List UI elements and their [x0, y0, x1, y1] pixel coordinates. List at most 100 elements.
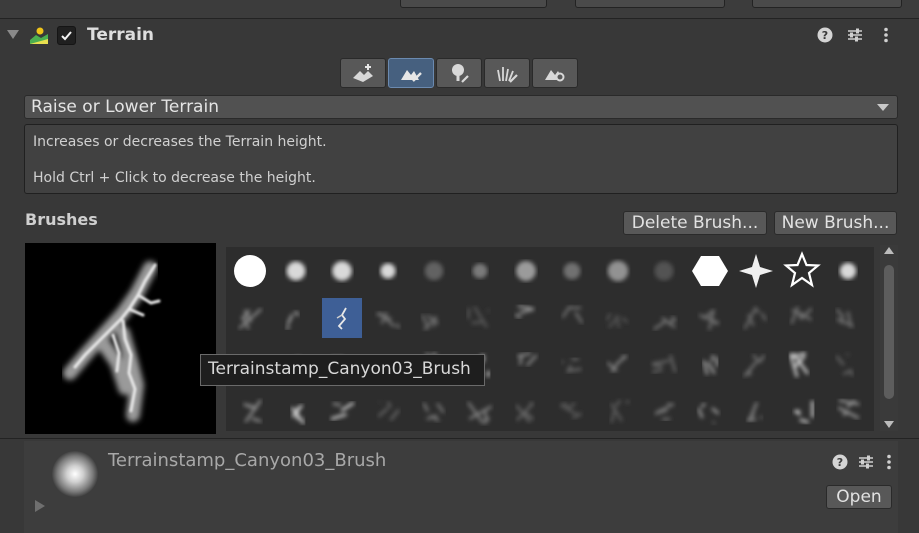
- create-neighbor-terrains-tool[interactable]: [340, 58, 386, 88]
- brush-thumbnail[interactable]: [828, 298, 868, 338]
- brush-asset-panel: Terrainstamp_Canyon03_Brush ? Open: [24, 441, 898, 533]
- terrain-component-icon: [30, 27, 48, 44]
- terrain-tool-dropdown[interactable]: Raise or Lower Terrain: [24, 95, 898, 119]
- component-title: Terrain: [87, 25, 155, 45]
- brush-thumbnail[interactable]: [414, 392, 454, 432]
- scrollbar-thumb[interactable]: [884, 265, 894, 399]
- more-options-icon[interactable]: [877, 26, 895, 44]
- brush-thumbnail[interactable]: [368, 251, 408, 291]
- brush-thumbnail[interactable]: [782, 392, 822, 432]
- brush-thumbnail[interactable]: [690, 251, 730, 291]
- brush-thumbnail[interactable]: [276, 251, 316, 291]
- brush-thumbnail[interactable]: [276, 392, 316, 432]
- component-enabled-checkbox[interactable]: [57, 26, 76, 45]
- top-button-right[interactable]: [752, 0, 902, 8]
- brush-thumbnail[interactable]: [828, 251, 868, 291]
- terrain-settings-icon: [545, 70, 565, 82]
- terrain-settings-tool[interactable]: [532, 58, 578, 88]
- brush-tooltip: Terrainstamp_Canyon03_Brush: [200, 354, 485, 386]
- top-strip: [0, 0, 919, 18]
- paint-details-icon: [497, 67, 518, 83]
- brush-thumbnail[interactable]: [552, 392, 592, 432]
- svg-text:?: ?: [837, 456, 843, 469]
- brush-thumbnail[interactable]: [414, 251, 454, 291]
- new-brush-button[interactable]: New Brush...: [774, 211, 897, 235]
- asset-more-options-icon[interactable]: [880, 453, 898, 471]
- brush-thumbnail[interactable]: [552, 298, 592, 338]
- brush-thumbnail[interactable]: [276, 298, 316, 338]
- brush-thumbnail[interactable]: [322, 298, 362, 338]
- asset-preset-icon[interactable]: [857, 453, 875, 471]
- paint-details-tool[interactable]: [484, 58, 530, 88]
- preset-icon[interactable]: [846, 26, 864, 44]
- brush-thumbnail[interactable]: [506, 251, 546, 291]
- brush-thumbnail[interactable]: [736, 392, 776, 432]
- brush-thumbnail[interactable]: [460, 251, 500, 291]
- top-button-middle[interactable]: [575, 0, 725, 8]
- brush-thumbnail[interactable]: [414, 298, 454, 338]
- dropdown-selected-label: Raise or Lower Terrain: [31, 97, 219, 117]
- brush-thumbnail[interactable]: [368, 392, 408, 432]
- brush-thumbnail[interactable]: [736, 298, 776, 338]
- brush-thumbnail[interactable]: [322, 251, 362, 291]
- brush-thumbnail[interactable]: [828, 392, 868, 432]
- brush-thumbnail[interactable]: [644, 345, 684, 385]
- open-asset-button[interactable]: Open: [826, 485, 892, 509]
- brush-thumbnail[interactable]: [598, 251, 638, 291]
- brush-thumbnail[interactable]: [690, 345, 730, 385]
- scroll-up-arrow-icon[interactable]: [884, 247, 894, 254]
- foldout-arrow-icon[interactable]: [7, 30, 19, 39]
- brush-asset-thumbnail: [52, 451, 98, 497]
- brush-thumbnail[interactable]: [552, 345, 592, 385]
- help-line-1: Increases or decreases the Terrain heigh…: [33, 134, 327, 150]
- brush-grid-scrollbar[interactable]: [880, 245, 898, 431]
- brush-thumbnail[interactable]: [460, 392, 500, 432]
- scroll-down-arrow-icon[interactable]: [884, 421, 894, 428]
- help-icon[interactable]: ?: [816, 26, 834, 44]
- paint-trees-tool[interactable]: [436, 58, 482, 88]
- brush-thumbnail[interactable]: [690, 298, 730, 338]
- asset-help-icon[interactable]: ?: [831, 453, 849, 471]
- brush-preview: [25, 243, 216, 434]
- brush-thumbnail[interactable]: [736, 345, 776, 385]
- terrain-toolbar: [340, 58, 580, 88]
- brush-thumbnail[interactable]: [552, 251, 592, 291]
- brush-thumbnail[interactable]: [230, 392, 270, 432]
- expand-arrow-icon[interactable]: [35, 500, 45, 512]
- brushes-heading: Brushes: [25, 210, 98, 229]
- brush-thumbnail[interactable]: [506, 392, 546, 432]
- brush-thumbnail[interactable]: [690, 392, 730, 432]
- brush-thumbnail[interactable]: [644, 392, 684, 432]
- svg-text:?: ?: [822, 29, 828, 42]
- brush-thumbnail[interactable]: [644, 298, 684, 338]
- paint-trees-icon: [452, 64, 469, 83]
- brush-thumbnail[interactable]: [368, 298, 408, 338]
- brush-thumbnail[interactable]: [460, 298, 500, 338]
- help-line-2: Hold Ctrl + Click to decrease the height…: [33, 170, 316, 186]
- component-header[interactable]: Terrain ?: [0, 20, 919, 50]
- brush-thumbnail[interactable]: [230, 251, 270, 291]
- asset-separator: [0, 438, 919, 439]
- brush-thumbnail[interactable]: [782, 251, 822, 291]
- top-separator: [0, 18, 919, 19]
- brush-thumbnail[interactable]: [828, 345, 868, 385]
- brush-thumbnail[interactable]: [506, 345, 546, 385]
- brush-thumbnail[interactable]: [644, 251, 684, 291]
- top-button-left[interactable]: [400, 0, 547, 8]
- brush-thumbnail[interactable]: [230, 298, 270, 338]
- create-neighbor-terrains-icon: [353, 64, 373, 82]
- brush-grid[interactable]: [226, 247, 874, 431]
- brush-thumbnail[interactable]: [736, 251, 776, 291]
- brush-thumbnail[interactable]: [782, 345, 822, 385]
- brush-asset-name: Terrainstamp_Canyon03_Brush: [108, 450, 387, 471]
- brush-thumbnail[interactable]: [598, 392, 638, 432]
- tool-help-box: Increases or decreases the Terrain heigh…: [24, 124, 898, 194]
- delete-brush-button[interactable]: Delete Brush...: [623, 211, 767, 235]
- brush-thumbnail[interactable]: [598, 345, 638, 385]
- brush-thumbnail[interactable]: [506, 298, 546, 338]
- brush-thumbnail[interactable]: [782, 298, 822, 338]
- paint-terrain-tool[interactable]: [388, 58, 434, 88]
- brush-thumbnail[interactable]: [322, 392, 362, 432]
- paint-terrain-icon: [401, 70, 422, 82]
- brush-thumbnail[interactable]: [598, 298, 638, 338]
